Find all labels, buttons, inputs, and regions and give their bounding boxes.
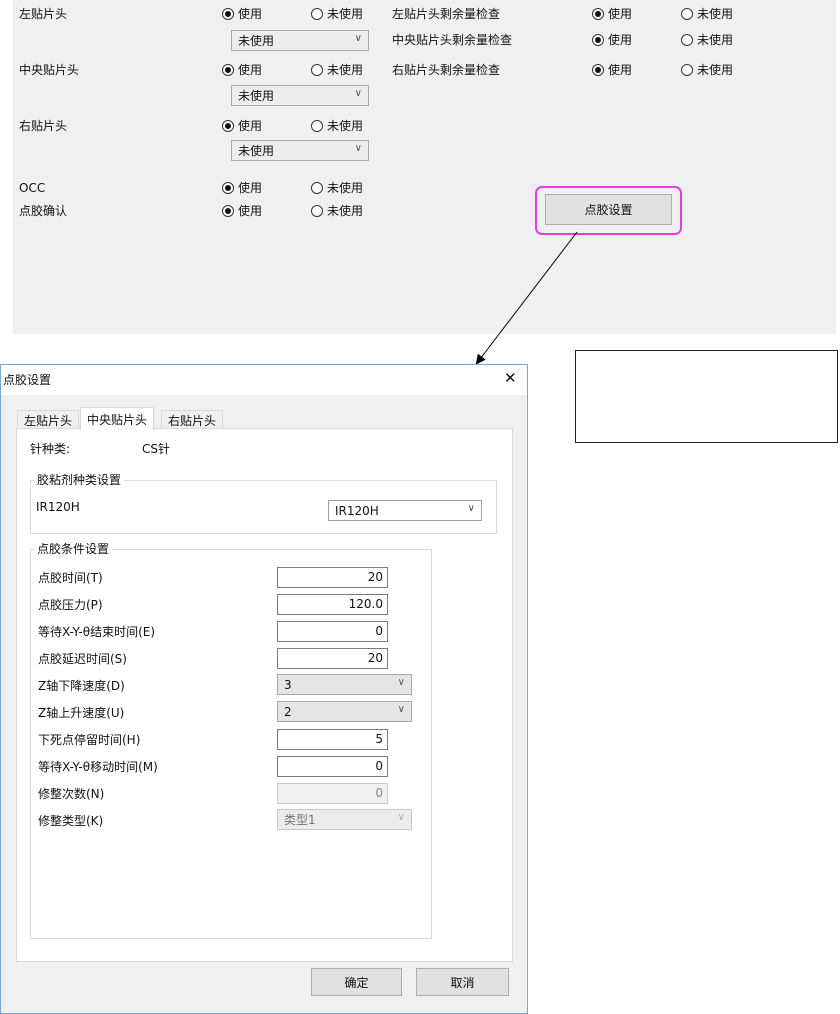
wait-xyt-end-label: 等待X-Y-θ结束时间(E): [38, 625, 156, 639]
wait-xyt-move-label: 等待X-Y-θ移动时间(M): [38, 760, 158, 774]
dispense-pressure-input[interactable]: 120.0: [277, 594, 388, 615]
chevron-down-icon: ∨: [397, 704, 405, 715]
trim-count-input: 0: [277, 783, 388, 804]
trim-count-label: 修整次数(N): [38, 787, 105, 801]
trim-type-label: 修整类型(K): [38, 814, 104, 828]
adhesive-current-value: IR120H: [36, 500, 80, 514]
tab-center-head[interactable]: 中央贴片头: [80, 407, 155, 430]
adhesive-type-select[interactable]: IR120H ∨: [328, 500, 482, 521]
dialog-titlebar: 点胶设置 ✕: [1, 365, 527, 395]
dialog-title: 点胶设置: [3, 373, 52, 387]
ok-button[interactable]: 确定: [311, 968, 402, 996]
dispense-delay-input[interactable]: 20: [277, 648, 388, 669]
dispense-pressure-label: 点胶压力(P): [38, 598, 103, 612]
dispense-settings-dialog: 点胶设置 ✕ 左贴片头 中央贴片头 右贴片头 针种类: CS针 胶粘剂种类设置 …: [0, 364, 528, 1014]
wait-xyt-end-input[interactable]: 0: [277, 621, 388, 642]
close-icon[interactable]: ✕: [504, 370, 517, 386]
trim-type-select: 类型1 ∨: [277, 809, 412, 830]
chevron-down-icon: ∨: [397, 677, 405, 688]
annotation-box: [575, 350, 838, 443]
z-up-speed-select[interactable]: 2 ∨: [277, 701, 412, 722]
conditions-group-title: 点胶条件设置: [34, 542, 113, 556]
chevron-down-icon: ∨: [397, 812, 405, 823]
wait-xyt-move-input[interactable]: 0: [277, 756, 388, 777]
dispense-time-label: 点胶时间(T): [38, 571, 103, 585]
z-down-speed-label: Z轴下降速度(D): [38, 679, 125, 693]
adhesive-group-title: 胶粘剂种类设置: [34, 473, 125, 487]
bottom-dwell-time-label: 下死点停留时间(H): [38, 733, 141, 747]
tab-left-head[interactable]: 左贴片头: [17, 410, 80, 430]
needle-type-value: CS针: [142, 442, 170, 456]
needle-type-label: 针种类:: [30, 442, 71, 456]
dispense-time-input[interactable]: 20: [277, 567, 388, 588]
tab-content-panel: 针种类: CS针 胶粘剂种类设置 IR120H IR120H ∨ 点胶条件设置 点…: [16, 428, 513, 962]
chevron-down-icon: ∨: [467, 503, 475, 514]
z-up-speed-label: Z轴上升速度(U): [38, 706, 125, 720]
dispense-delay-label: 点胶延迟时间(S): [38, 652, 127, 666]
z-down-speed-select[interactable]: 3 ∨: [277, 674, 412, 695]
bottom-dwell-time-input[interactable]: 5: [277, 729, 388, 750]
cancel-button[interactable]: 取消: [416, 968, 509, 996]
tab-right-head[interactable]: 右贴片头: [161, 410, 224, 430]
